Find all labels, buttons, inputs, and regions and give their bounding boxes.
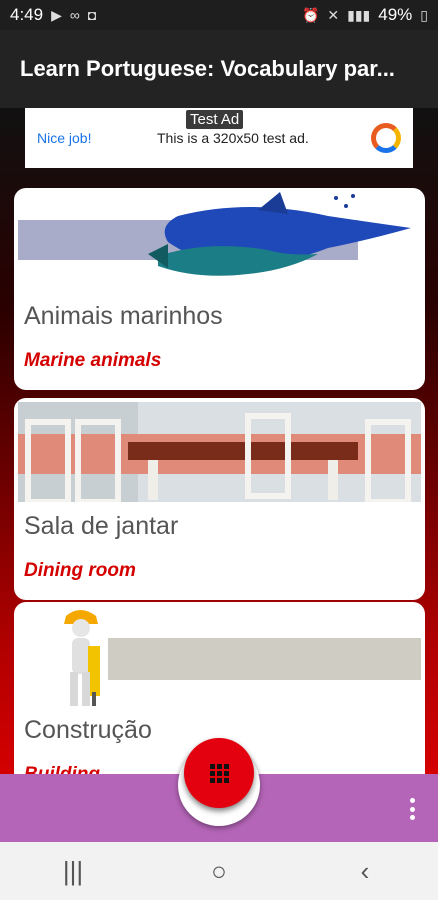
- more-options-icon[interactable]: [410, 798, 416, 820]
- category-english: Dining room: [24, 560, 136, 581]
- battery-level: 49%: [378, 5, 413, 24]
- grid-menu-button[interactable]: [184, 738, 254, 808]
- system-nav-bar: ||| ○ ‹: [0, 842, 438, 900]
- category-portuguese: Animais marinhos: [24, 302, 223, 330]
- category-english: Marine animals: [24, 350, 162, 371]
- dining-room-image: [18, 402, 421, 502]
- content-list[interactable]: Test Ad Nice job! This is a 320x50 test …: [0, 108, 438, 774]
- back-button[interactable]: ‹: [335, 856, 395, 887]
- alarm-icon: ⏰: [301, 6, 320, 23]
- status-time: 4:49: [10, 5, 44, 24]
- recents-button[interactable]: |||: [43, 856, 103, 887]
- app-bar: Learn Portuguese: Vocabulary par...: [0, 30, 438, 108]
- category-card-marine-animals[interactable]: Animais marinhos Marine animals: [14, 188, 425, 390]
- camera-icon: ◘: [87, 7, 97, 23]
- signal-icon: ▮▮▮: [347, 6, 371, 23]
- construction-worker-image: [18, 606, 421, 706]
- ad-logo-icon: [371, 123, 401, 153]
- home-button[interactable]: ○: [189, 856, 249, 887]
- category-english: Building: [24, 764, 100, 774]
- category-portuguese: Sala de jantar: [24, 512, 179, 540]
- category-card-dining-room[interactable]: Sala de jantar Dining room: [14, 398, 425, 600]
- play-icon: ▶: [51, 6, 62, 23]
- ad-label: Test Ad: [186, 110, 244, 129]
- ad-nice-job: Nice job!: [37, 130, 92, 146]
- ad-text: This is a 320x50 test ad.: [157, 130, 309, 146]
- app-title: Learn Portuguese: Vocabulary par...: [20, 56, 395, 81]
- status-bar: 4:49 ▶ ∞ ◘ ⏰ ✕ ▮▮▮ 49% ▯: [0, 0, 438, 30]
- voicemail-icon: ∞: [69, 7, 80, 23]
- dolphins-image: [18, 192, 421, 292]
- mute-icon: ✕: [327, 6, 340, 23]
- battery-icon: ▯: [420, 6, 428, 23]
- category-portuguese: Construção: [24, 716, 152, 744]
- grid-icon: [209, 763, 229, 783]
